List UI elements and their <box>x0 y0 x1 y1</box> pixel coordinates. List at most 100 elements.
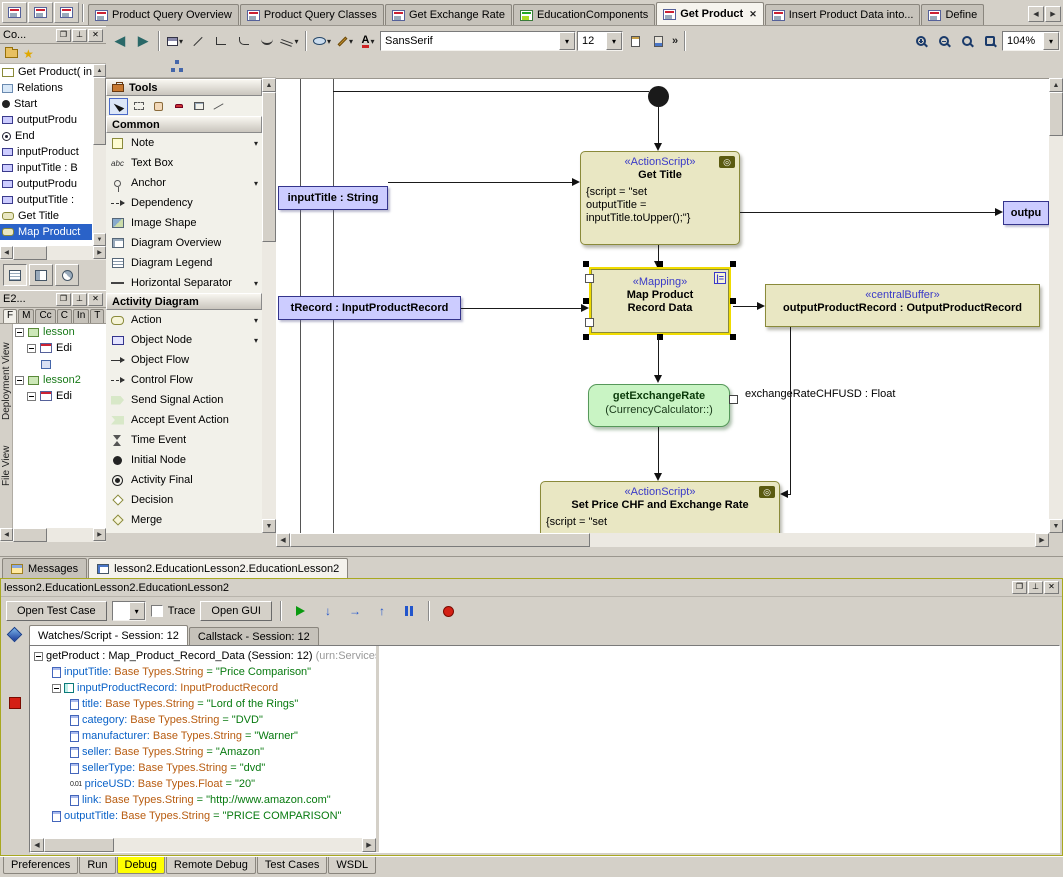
tab-get-exchange-rate[interactable]: Get Exchange Rate <box>385 4 512 25</box>
palette-header-common[interactable]: Common <box>106 116 262 133</box>
containment-vertical-scrollbar[interactable]: ▲ ▼ <box>93 64 106 246</box>
palette-item-merge[interactable]: Merge <box>106 510 262 530</box>
selection-handle[interactable] <box>730 298 736 304</box>
zoom-fit-icon[interactable] <box>979 30 1001 52</box>
action-set-price[interactable]: «ActionScript» Set Price CHF and Exchang… <box>540 481 780 533</box>
palette-item-time-event[interactable]: Time Event <box>106 430 262 450</box>
tree-item-edit2[interactable]: Edi <box>13 388 106 404</box>
toolbar-overflow-icon[interactable]: » <box>672 35 678 47</box>
tab-insert-product-data[interactable]: Insert Product Data into... <box>765 4 921 25</box>
palette-item-text-box[interactable]: abcText Box <box>106 153 262 173</box>
tab-product-query-overview[interactable]: Product Query Overview <box>88 4 239 25</box>
tab-run[interactable]: Run <box>79 857 115 874</box>
open-test-case-button[interactable]: Open Test Case <box>6 601 107 621</box>
chevron-down-icon[interactable]: ▾ <box>254 336 258 345</box>
action-get-title[interactable]: «ActionScript» Get Title {script = "set … <box>580 151 740 245</box>
scrollbar-thumb[interactable] <box>290 533 590 547</box>
chevron-down-icon[interactable]: ▾ <box>606 32 622 50</box>
palette-item-object-flow[interactable]: Object Flow <box>106 350 262 370</box>
tree-item-map-product[interactable]: Map Product <box>0 224 92 240</box>
palette-header-tools[interactable]: Tools <box>106 79 262 96</box>
zoom-out-icon[interactable] <box>933 30 955 52</box>
palette-item-control-flow[interactable]: Control Flow <box>106 370 262 390</box>
debugger-title-bar[interactable]: lesson2.EducationLesson2.EducationLesson… <box>1 579 1062 597</box>
tree-item-component[interactable] <box>13 356 106 372</box>
float-panel-icon[interactable]: ❐ <box>56 293 71 306</box>
containment-structure-icon[interactable] <box>166 56 188 78</box>
tab-define[interactable]: Define <box>921 4 984 25</box>
watch-row-root[interactable]: getProduct : Map_Product_Record_Data (Se… <box>30 648 376 664</box>
close-panel-icon[interactable]: ✕ <box>1044 581 1059 594</box>
central-buffer-node[interactable]: «centralBuffer» outputProductRecord : Ou… <box>765 284 1040 327</box>
scroll-up-icon[interactable]: ▲ <box>93 64 106 77</box>
object-flow-edge[interactable] <box>790 327 791 495</box>
object-node-inputtitle[interactable]: inputTitle : String <box>278 186 388 210</box>
chevron-down-icon[interactable]: ▾ <box>327 37 331 46</box>
selection-handle[interactable] <box>730 261 736 267</box>
palette-item-diagram-overview[interactable]: Diagram Overview <box>106 233 262 253</box>
tree-item-inputtitle[interactable]: inputTitle : B <box>0 160 92 176</box>
diagram-windows-icon[interactable] <box>2 2 27 23</box>
scroll-left-icon[interactable]: ◀ <box>30 838 44 852</box>
path-style-icon[interactable]: ▾ <box>279 30 301 52</box>
step-return-icon[interactable]: ↑ <box>371 600 393 622</box>
tab-messages[interactable]: Messages <box>2 558 87 578</box>
tree-item-get-product[interactable]: Get Product( inpu <box>0 64 92 80</box>
binoculars-icon[interactable] <box>54 2 79 23</box>
lasso-tool-icon[interactable] <box>129 98 148 115</box>
action-get-exchange-rate[interactable]: getExchangeRate (CurrencyCalculator::) <box>588 384 730 427</box>
align-shapes-icon[interactable]: ▾ <box>164 30 186 52</box>
chevron-down-icon[interactable]: ▾ <box>254 139 258 148</box>
palette-item-send-signal[interactable]: Send Signal Action <box>106 390 262 410</box>
scrollbar-thumb[interactable] <box>13 528 47 542</box>
tab-callstack[interactable]: Callstack - Session: 12 <box>189 627 319 645</box>
selection-handle[interactable] <box>583 261 589 267</box>
watch-row[interactable]: sellerType:Base Types.String= "dvd" <box>30 760 376 776</box>
tab-deployment-view[interactable]: Deployment View <box>1 342 12 420</box>
chevron-down-icon[interactable]: ▾ <box>370 37 374 46</box>
paste-icon[interactable] <box>624 30 646 52</box>
watch-row[interactable]: inputProductRecord:InputProductRecord <box>30 680 376 696</box>
collapse-icon[interactable] <box>34 652 43 661</box>
containment-view-icon[interactable] <box>3 264 27 286</box>
control-flow-edge[interactable] <box>658 335 659 377</box>
explorer-tab[interactable]: C <box>57 309 72 323</box>
chevron-down-icon[interactable]: ▾ <box>1043 32 1059 50</box>
scrollbar-thumb[interactable] <box>1049 92 1063 136</box>
forward-icon[interactable]: ▶ <box>132 30 154 52</box>
font-family-select[interactable]: SansSerif▾ <box>380 31 576 51</box>
explorer-tab[interactable]: Cc <box>35 309 55 323</box>
scroll-right-icon[interactable]: ▶ <box>362 838 376 852</box>
tree-item-end[interactable]: End <box>0 128 92 144</box>
tab-file-view[interactable]: File View <box>1 446 12 486</box>
collapse-icon[interactable] <box>27 392 36 401</box>
scroll-tabs-left-icon[interactable]: ◀ <box>1028 6 1044 22</box>
fit-tool-icon[interactable] <box>189 98 208 115</box>
magnet-tool-icon[interactable] <box>169 98 188 115</box>
object-flow-edge[interactable] <box>740 212 996 213</box>
palette-item-object-node[interactable]: Object Node▾ <box>106 330 262 350</box>
step-into-icon[interactable]: ↓ <box>317 600 339 622</box>
hand-tool-icon[interactable] <box>149 98 168 115</box>
pin-panel-icon[interactable]: ⊥ <box>1028 581 1043 594</box>
collapse-icon[interactable] <box>15 376 24 385</box>
run-icon[interactable] <box>290 600 312 622</box>
palette-item-image-shape[interactable]: Image Shape <box>106 213 262 233</box>
float-panel-icon[interactable]: ❐ <box>1012 581 1027 594</box>
line-rounded-icon[interactable] <box>233 30 255 52</box>
scrollbar-thumb[interactable] <box>262 92 276 242</box>
close-tab-icon[interactable]: ✕ <box>749 9 757 20</box>
scroll-up-icon[interactable]: ▲ <box>1049 78 1063 92</box>
scroll-down-icon[interactable]: ▼ <box>1049 519 1063 533</box>
test-case-select[interactable]: ▾ <box>112 601 146 621</box>
format-painter-icon[interactable] <box>647 30 669 52</box>
collapse-icon[interactable] <box>27 344 36 353</box>
selection-handle[interactable] <box>730 334 736 340</box>
back-icon[interactable]: ◀ <box>109 30 131 52</box>
tree-item-lesson[interactable]: lesson <box>13 324 106 340</box>
explorer-tab[interactable]: M <box>18 309 34 323</box>
pause-icon[interactable] <box>398 600 420 622</box>
scroll-tabs-right-icon[interactable]: ▶ <box>1045 6 1061 22</box>
pencil-icon[interactable]: ▾ <box>334 30 356 52</box>
star-icon[interactable]: ★ <box>23 48 34 60</box>
